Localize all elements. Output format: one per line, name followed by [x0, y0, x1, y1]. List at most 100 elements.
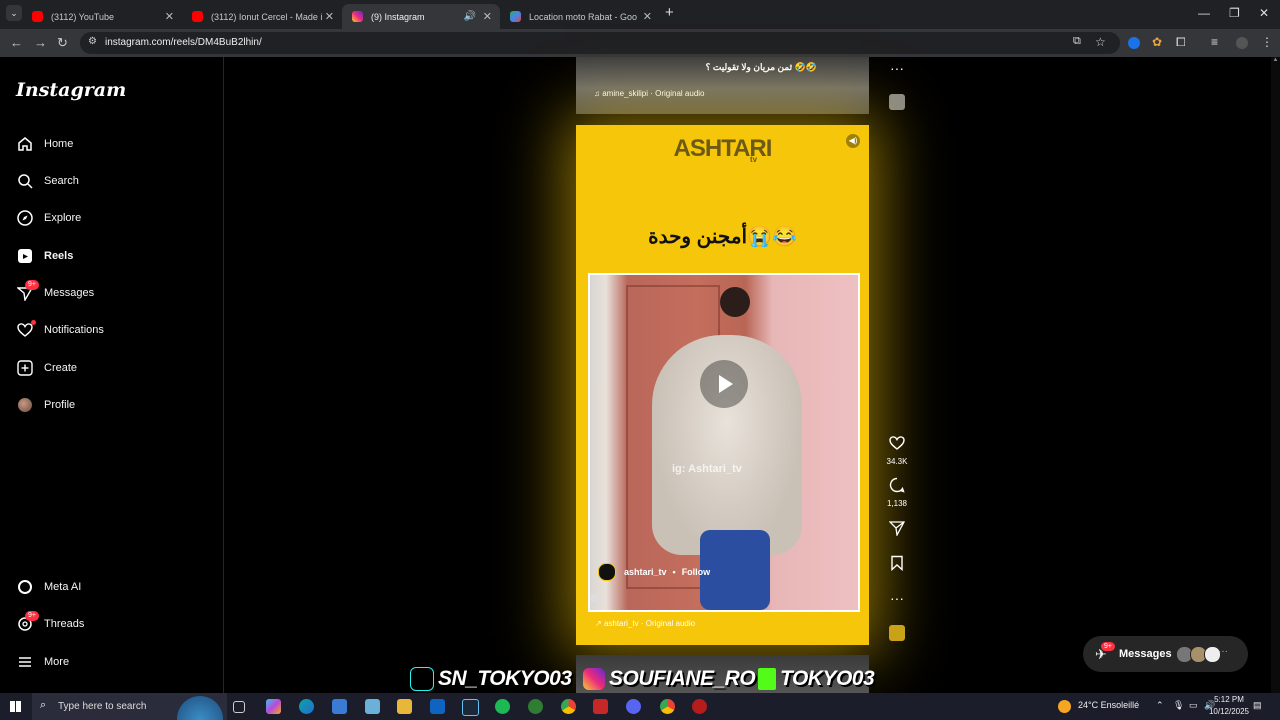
weather-icon[interactable] — [1058, 700, 1071, 713]
heart-icon — [16, 320, 36, 339]
edge-icon[interactable] — [299, 699, 314, 714]
instagram-logo[interactable]: Instagram — [16, 79, 126, 101]
minimize-button[interactable]: — — [1198, 6, 1210, 20]
notification-center-icon[interactable]: ▤ — [1253, 700, 1262, 711]
task-view-icon[interactable] — [233, 701, 245, 713]
save-button[interactable] — [880, 555, 914, 575]
taskbar-search[interactable]: ⌕ Type here to search — [32, 693, 227, 720]
tab-youtube-video[interactable]: (3112) Ionut Cercel - Made in Romania ✕ — [182, 4, 342, 29]
more-options-button[interactable]: ··· — [880, 590, 914, 606]
separator-dot: • — [672, 567, 676, 577]
sidebar-item-messages[interactable]: 9+ Messages — [16, 280, 94, 305]
menu-dots-icon[interactable]: ⋮ — [1261, 35, 1273, 49]
sidebar-item-meta-ai[interactable]: Meta AI — [16, 575, 81, 599]
reload-icon[interactable]: ↻ — [57, 35, 68, 51]
tab-youtube[interactable]: (3112) YouTube ✕ — [22, 4, 182, 29]
steam-icon[interactable] — [462, 699, 479, 716]
discord-icon[interactable] — [626, 699, 641, 714]
install-icon[interactable]: ⧉ — [1073, 35, 1081, 48]
windows-start-icon[interactable] — [10, 701, 21, 712]
chrome-icon[interactable] — [561, 699, 576, 714]
sidebar-item-profile[interactable]: Profile — [16, 393, 75, 417]
tray-chevron-icon[interactable]: ⌃ — [1156, 700, 1164, 711]
sidebar-item-create[interactable]: Create — [16, 356, 77, 380]
close-icon[interactable]: ✕ — [643, 10, 652, 23]
network-icon[interactable]: ▭ — [1189, 700, 1198, 711]
audio-label: amine_skilipi · Original audio — [602, 89, 705, 98]
speaker-icon[interactable]: 🔊 — [464, 11, 476, 22]
sidebar-item-label: Home — [44, 138, 74, 150]
app-icon[interactable] — [692, 699, 707, 714]
like-button[interactable]: 34.3K — [880, 435, 914, 466]
follow-button[interactable]: Follow — [682, 567, 711, 577]
video-frame[interactable]: ig: Ashtari_tv ashtari_tv • Follow — [588, 273, 860, 612]
tiktok-icon — [410, 667, 434, 691]
address-bar[interactable]: ⚙ instagram.com/reels/DM4BuB2lhin/ ⧉ ☆ — [80, 32, 1120, 54]
send-icon — [880, 520, 914, 540]
tab-google-maps[interactable]: Location moto Rabat - Google ✕ — [500, 4, 660, 29]
app-icon[interactable] — [365, 699, 380, 714]
back-icon[interactable]: ← — [10, 35, 23, 50]
brand-subtitle: tv — [750, 155, 758, 164]
scroll-up-arrow[interactable]: ▲ — [1271, 57, 1280, 63]
messages-label: Messages — [1119, 648, 1172, 660]
profile-avatar[interactable] — [1236, 37, 1248, 49]
speaker-icon[interactable]: ◀) — [846, 134, 860, 148]
sidebar-item-more[interactable]: More — [16, 650, 69, 674]
close-icon[interactable]: ✕ — [165, 10, 174, 23]
outlook-icon[interactable] — [430, 699, 445, 714]
close-icon[interactable]: ✕ — [483, 10, 492, 23]
extension-icon[interactable] — [1128, 37, 1140, 49]
sidebar-item-label: Notifications — [44, 324, 104, 336]
close-window-button[interactable]: ✕ — [1259, 6, 1269, 20]
comment-button[interactable]: 1,138 — [880, 477, 914, 508]
audio-thumbnail[interactable] — [880, 94, 914, 115]
page-scrollbar[interactable]: ▲ — [1271, 57, 1280, 693]
notification-badge: 9+ — [1101, 642, 1115, 651]
sidebar-item-search[interactable]: Search — [16, 169, 79, 193]
maps-icon — [510, 11, 521, 22]
tab-list-button[interactable]: ⌄ — [6, 5, 22, 21]
audio-thumbnail[interactable] — [880, 625, 914, 646]
sidebar-item-label: Create — [44, 362, 78, 374]
media-controls-icon[interactable]: ≡ — [1211, 35, 1218, 49]
file-explorer-icon[interactable] — [397, 699, 412, 714]
microphone-icon[interactable]: 🎙 — [1173, 700, 1184, 711]
new-tab-button[interactable]: + — [665, 4, 674, 21]
chrome-icon[interactable] — [660, 699, 675, 714]
video-person-legs — [700, 530, 770, 610]
reel-video-player[interactable]: ASHTARI tv ◀) أمجنن وحدة😭😂 ig: Ashtari_t… — [576, 125, 869, 645]
weather-text[interactable]: 24°C Ensoleillé — [1078, 700, 1139, 710]
sidebar-item-notifications[interactable]: Notifications — [16, 318, 104, 342]
spotify-icon[interactable] — [495, 699, 510, 714]
forward-icon[interactable]: → — [34, 35, 47, 50]
close-icon[interactable]: ✕ — [325, 10, 334, 23]
play-button[interactable] — [700, 360, 748, 408]
reel-audio-link[interactable]: ↗ ashtari_tv · Original audio — [595, 619, 695, 628]
clock-date[interactable]: 10/12/2025 — [1201, 707, 1257, 716]
app-icon[interactable] — [528, 699, 543, 714]
share-button[interactable] — [880, 520, 914, 540]
copilot-icon[interactable] — [266, 699, 281, 714]
bookmark-star-icon[interactable]: ☆ — [1095, 35, 1106, 49]
store-icon[interactable] — [332, 699, 347, 714]
reel-audio-link[interactable]: ♫ amine_skilipi · Original audio — [594, 89, 705, 98]
site-info-icon[interactable]: ⚙ — [88, 36, 97, 47]
sidebar-item-reels[interactable]: Reels — [16, 244, 73, 268]
author-avatar[interactable] — [598, 563, 616, 581]
previous-reel-more-button[interactable]: ··· — [880, 60, 914, 76]
sidebar-item-explore[interactable]: Explore — [16, 206, 81, 230]
app-icon[interactable] — [593, 699, 608, 714]
sidebar-item-home[interactable]: Home — [16, 132, 73, 156]
restore-button[interactable]: ❐ — [1229, 6, 1240, 20]
author-username[interactable]: ashtari_tv — [624, 567, 667, 577]
sidebar-item-threads[interactable]: 9+ Threads — [16, 611, 84, 636]
previous-reel[interactable]: ثمن مريان ولا تقوليت ؟ 🤣🤣 ♫ amine_skilip… — [576, 57, 869, 114]
tab-instagram[interactable]: (9) Instagram 🔊 ✕ — [342, 4, 500, 29]
taskbar-search-placeholder: Type here to search — [58, 701, 147, 712]
clock-time[interactable]: 5:12 PM — [1209, 695, 1249, 704]
messages-pill[interactable]: ✈ 9+ Messages ··· — [1083, 636, 1248, 672]
browser-tab-bar: ⌄ (3112) YouTube ✕ (3112) Ionut Cercel -… — [0, 0, 1280, 29]
extension-icon[interactable]: ✿ — [1152, 35, 1162, 49]
extensions-puzzle-icon[interactable]: ⧠ — [1176, 35, 1186, 50]
